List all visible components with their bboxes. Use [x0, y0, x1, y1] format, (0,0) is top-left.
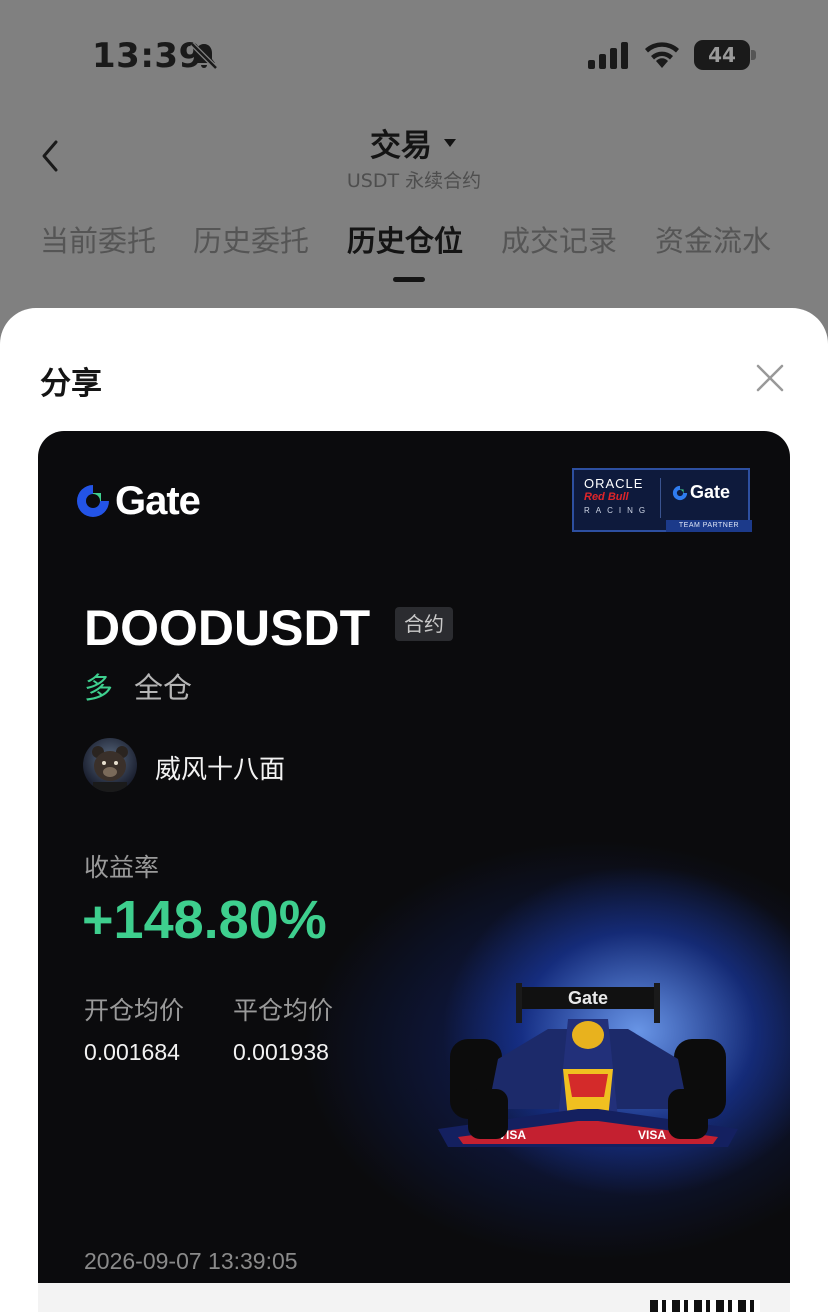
tab-position-history[interactable]: 历史仓位: [347, 218, 463, 260]
position-direction: 多: [84, 671, 114, 705]
share-card: Gate ORACLE Red Bull RACING Gate TEAM PA…: [38, 431, 790, 1312]
roi-value: +148.80%: [82, 890, 327, 950]
status-bar: 13:39 44: [0, 0, 828, 110]
partner-divider: [660, 478, 661, 518]
gate-logo-icon: [672, 485, 688, 500]
race-car-image: Gate VISA VISA: [438, 983, 738, 1147]
tab-order-history[interactable]: 历史委托: [193, 218, 309, 260]
signal-icon: [588, 42, 628, 69]
bell-off-icon: [190, 42, 218, 70]
battery-level: 44: [694, 40, 750, 70]
page-subtitle: USDT 永续合约: [346, 170, 482, 192]
tab-open-orders[interactable]: 当前委托: [40, 218, 156, 260]
screen: 13:39 44 交易 USDT 永续合约 当前委托 历史委托 历史仓位 成交记…: [0, 0, 828, 1312]
partner-tag: TEAM PARTNER: [666, 520, 752, 532]
car-livery-text: Gate: [568, 988, 608, 1008]
close-price-label: 平仓均价: [233, 996, 334, 1025]
status-time: 13:39: [92, 36, 203, 76]
gate-logo-icon: [77, 485, 109, 517]
avatar: [83, 738, 137, 792]
partner-gate-logo: Gate: [672, 482, 730, 503]
team-partner-logo: ORACLE Red Bull RACING Gate TEAM PARTNER: [572, 468, 752, 532]
close-price-value: 0.001938: [233, 1039, 329, 1065]
username: 威风十八面: [155, 755, 286, 785]
share-sheet-title: 分享: [40, 366, 102, 402]
page-title: 交易: [370, 128, 432, 164]
car-sponsor-text-right: VISA: [638, 1128, 666, 1142]
share-sheet: 分享 Gate ORACLE Red Bull RACING Gate TEAM…: [0, 308, 828, 1312]
active-tab-indicator: [393, 277, 425, 282]
tab-trade-history[interactable]: 成交记录: [501, 218, 617, 260]
wifi-icon: [645, 42, 679, 68]
qr-code-icon: [650, 1300, 760, 1312]
page-title-area[interactable]: 交易: [0, 120, 828, 165]
share-timestamp: 2026-09-07 13:39:05: [84, 1248, 298, 1274]
partner-oracle-text: ORACLE: [584, 476, 644, 491]
open-price-value: 0.001684: [84, 1039, 180, 1065]
tab-fund-flow[interactable]: 资金流水: [655, 218, 771, 260]
gate-logo: Gate: [75, 478, 201, 523]
margin-mode: 全仓: [134, 671, 193, 705]
roi-label: 收益率: [84, 853, 160, 882]
partner-gate-text: Gate: [690, 482, 731, 502]
battery-icon: 44: [694, 40, 756, 70]
open-price-label: 开仓均价: [84, 996, 185, 1025]
close-icon[interactable]: [754, 362, 786, 394]
caret-down-icon: [444, 138, 456, 147]
partner-racing-text: RACING: [584, 506, 652, 515]
gate-logo-text: Gate: [115, 478, 201, 523]
battery-cap: [751, 50, 756, 60]
contract-badge: 合约: [395, 607, 453, 641]
partner-redbull-text: Red Bull: [584, 491, 629, 503]
contract-symbol: DOODUSDT: [84, 600, 371, 656]
bear-avatar-icon: [92, 746, 128, 792]
